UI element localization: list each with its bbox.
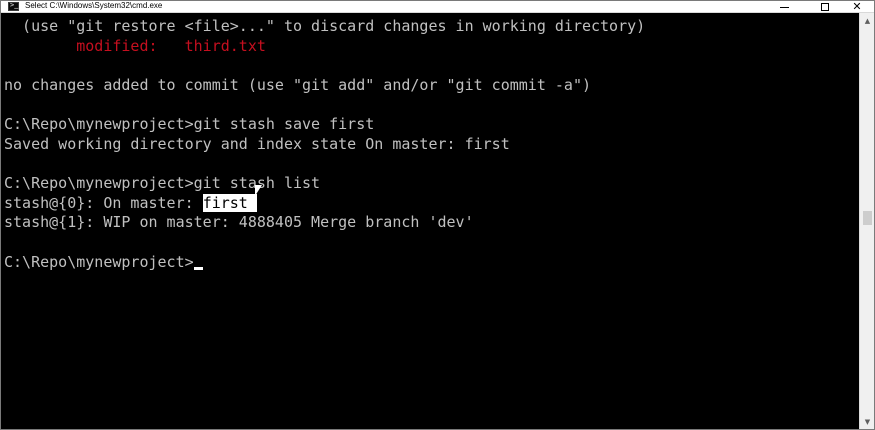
minimize-icon <box>779 7 789 8</box>
console-line: no changes added to commit (use "git add… <box>4 76 591 94</box>
scroll-up-icon[interactable]: ▲ <box>860 13 875 28</box>
console-line: Saved working directory and index state … <box>4 135 510 153</box>
scroll-down-icon[interactable]: ▼ <box>860 414 875 429</box>
console-line-command: C:\Repo\mynewproject>git stash save firs… <box>4 115 375 133</box>
stash-0-text: stash@{0}: On master: <box>4 194 203 212</box>
text-cursor <box>193 267 203 270</box>
console-line: (use "git restore <file>..." to discard … <box>4 17 646 35</box>
console-prompt-line[interactable]: C:\Repo\mynewproject> <box>4 252 203 272</box>
prompt-glyph-icon: >_ <box>10 1 19 9</box>
title-bar[interactable]: >_ Select C:\Windows\System32\cmd.exe ✕ <box>1 1 874 13</box>
close-button[interactable]: ✕ <box>839 1 875 12</box>
console-output[interactable]: (use "git restore <file>..." to discard … <box>1 13 859 429</box>
mouse-pointer-icon <box>255 185 262 196</box>
close-icon: ✕ <box>852 0 862 13</box>
maximize-icon <box>821 2 829 11</box>
vertical-scrollbar[interactable]: ▲ ▼ <box>859 13 874 429</box>
selected-text[interactable]: first <box>202 194 257 212</box>
scroll-thumb[interactable] <box>863 211 872 225</box>
minimize-button[interactable] <box>766 1 802 12</box>
cmd-window: >_ Select C:\Windows\System32\cmd.exe ✕ … <box>0 0 875 430</box>
cmd-icon[interactable]: >_ <box>8 1 19 11</box>
prompt-text: C:\Repo\mynewproject> <box>4 253 194 271</box>
window-title: Select C:\Windows\System32\cmd.exe <box>25 1 163 10</box>
console-line-command: C:\Repo\mynewproject>git stash list <box>4 174 321 192</box>
console-line-stash-0: stash@{0}: On master: first <box>4 193 257 213</box>
maximize-button[interactable] <box>807 1 843 12</box>
console-line-stash-1: stash@{1}: WIP on master: 4888405 Merge … <box>4 213 474 231</box>
console-line-modified: modified: third.txt <box>4 37 266 55</box>
